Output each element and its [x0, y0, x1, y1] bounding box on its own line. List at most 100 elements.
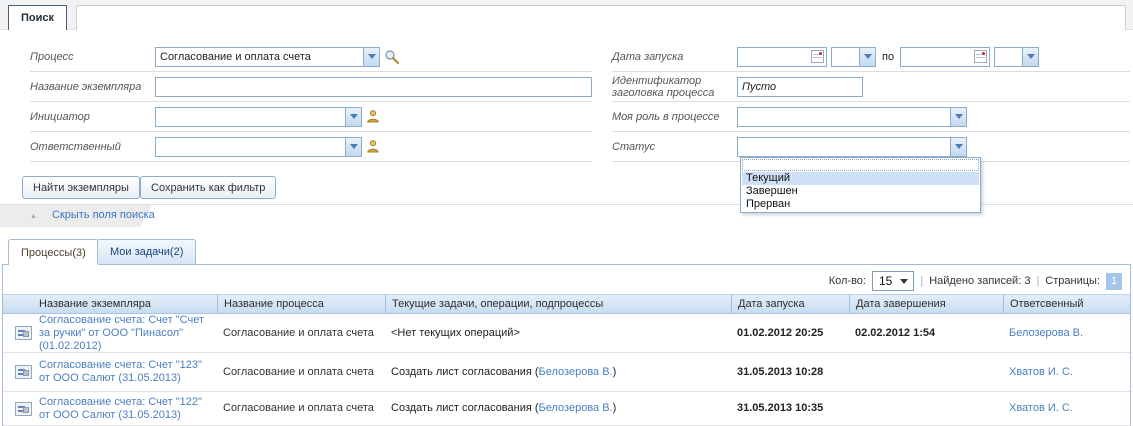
process-instance-icon[interactable] [9, 314, 33, 352]
user-icon [366, 109, 381, 124]
start-date-label: Дата запуска [612, 51, 737, 63]
process-combobox-dropdown-button[interactable] [363, 47, 380, 67]
user-icon [366, 139, 381, 154]
results-panel: Кол-во: 15 | Найдено записей: 3 | Страни… [2, 264, 1131, 426]
header-process-name[interactable]: Название процесса [217, 295, 385, 313]
current-task-cell: Создать лист согласования (Белозерова В.… [385, 392, 725, 425]
chevron-down-icon [350, 114, 358, 123]
find-instances-button[interactable]: Найти экземпляры [22, 176, 140, 199]
header-id-input[interactable] [737, 77, 863, 97]
divider: | [920, 275, 923, 287]
task-executor-link[interactable]: Белозерова В. [539, 402, 613, 415]
header-id-label: Идентификатор заголовка процесса [612, 75, 737, 99]
instance-link[interactable]: Согласование счета: Счет "122" от ООО Са… [39, 396, 215, 422]
tab-processes-label: Процессы(3) [21, 247, 86, 259]
status-option-interrupted[interactable]: Прерван [742, 198, 979, 211]
search-form-left: Процесс Согласование и оплата счета Назв… [30, 42, 592, 162]
records-found-label: Найдено записей: 3 [929, 275, 1030, 287]
start-date-cell: 31.05.2013 10:35 [731, 392, 845, 425]
chevron-down-button[interactable] [1022, 47, 1039, 67]
per-page-label: Кол-во: [829, 275, 866, 287]
current-task-cell: <Нет текущих операций> [385, 314, 725, 352]
start-time-to-combobox[interactable] [994, 47, 1039, 67]
process-name-cell: Согласование и оплата счета [217, 314, 381, 352]
responsible-link[interactable]: Хватов И. С. [1009, 402, 1073, 415]
page-number-button[interactable]: 1 [1106, 273, 1122, 290]
initiator-combobox[interactable] [155, 107, 362, 127]
form-row-header-id: Идентификатор заголовка процесса [612, 72, 1130, 102]
form-row-initiator: Инициатор [30, 102, 592, 132]
process-name-cell: Согласование и оплата счета [217, 392, 381, 425]
process-instance-icon[interactable] [9, 392, 33, 425]
process-instance-icon[interactable] [9, 353, 33, 391]
tab-processes[interactable]: Процессы(3) [8, 239, 99, 265]
process-combobox[interactable]: Согласование и оплата счета [155, 47, 380, 67]
my-role-label: Моя роль в процессе [612, 111, 737, 123]
chevron-down-button[interactable] [859, 47, 876, 67]
date-to-label: по [882, 51, 894, 63]
chevron-down-icon [900, 279, 908, 288]
form-row-responsible: Ответственный [30, 132, 592, 162]
search-form-right: Дата запуска по Идентификатор заголовка … [612, 42, 1130, 162]
task-executor-link[interactable]: Белозерова В. [539, 366, 613, 379]
initiator-combobox-value [155, 107, 345, 127]
status-option-current[interactable]: Текущий [742, 172, 979, 185]
form-row-instance-name: Название экземпляра [30, 72, 592, 102]
form-row-my-role: Моя роль в процессе [612, 102, 1130, 132]
calendar-icon[interactable] [974, 50, 987, 63]
table-row: Согласование счета: Счет "123" от ООО Са… [3, 353, 1130, 392]
responsible-combobox-dropdown-button[interactable] [345, 137, 362, 157]
status-option-completed[interactable]: Завершен [742, 185, 979, 198]
responsible-link[interactable]: Белозерова В. [1009, 327, 1083, 340]
current-task-cell: Создать лист согласования (Белозерова В.… [385, 353, 725, 391]
chevron-down-icon [864, 54, 872, 63]
initiator-combobox-dropdown-button[interactable] [345, 107, 362, 127]
instance-name-input[interactable] [155, 77, 592, 97]
calendar-icon[interactable] [811, 50, 824, 63]
header-current-tasks[interactable]: Текущие задачи, операции, подпроцессы [385, 295, 731, 313]
start-date-from-input[interactable] [737, 47, 827, 67]
save-as-filter-button[interactable]: Сохранить как фильтр [140, 176, 276, 199]
responsible-combobox[interactable] [155, 137, 362, 157]
finish-date-cell [849, 353, 999, 391]
responsible-combobox-value [155, 137, 345, 157]
instance-link[interactable]: Согласование счета: Счет "Счет за ручки"… [39, 314, 215, 353]
initiator-select-user-button[interactable] [366, 109, 381, 124]
per-page-value: 15 [873, 274, 898, 288]
collapse-arrow-icon: ▲ [30, 213, 37, 220]
per-page-select[interactable]: 15 [872, 271, 914, 291]
my-role-combobox-value [737, 107, 950, 127]
my-role-combobox-dropdown-button[interactable] [950, 107, 967, 127]
status-dropdown-list: Текущий Завершен Прерван [740, 157, 981, 213]
responsible-link[interactable]: Хватов И. С. [1009, 366, 1073, 379]
initiator-label: Инициатор [30, 111, 155, 123]
chevron-down-icon [955, 144, 963, 153]
tab-search[interactable]: Поиск [8, 5, 67, 30]
start-time-from-combobox[interactable] [831, 47, 876, 67]
process-name-cell: Согласование и оплата счета [217, 353, 381, 391]
hide-search-fields-link[interactable]: Скрыть поля поиска [52, 209, 155, 221]
header-responsible[interactable]: Ответсвенный [1003, 295, 1130, 313]
header-start-date[interactable]: Дата запуска [731, 295, 849, 313]
tab-search-label: Поиск [21, 12, 54, 24]
header-finish-date[interactable]: Дата завершения [849, 295, 1003, 313]
process-label: Процесс [30, 51, 155, 63]
chevron-down-icon [955, 114, 963, 123]
chevron-down-icon [368, 54, 376, 63]
process-search-page: Поиск Процесс Согласование и оплата счет… [0, 0, 1133, 426]
form-row-start-date: Дата запуска по [612, 42, 1130, 72]
table-header: Название экземпляра Название процесса Те… [3, 294, 1130, 314]
process-search-button[interactable] [384, 49, 400, 65]
instance-link[interactable]: Согласование счета: Счет "123" от ООО Са… [39, 359, 215, 385]
header-instance-name[interactable]: Название экземпляра [33, 295, 217, 313]
status-option-empty[interactable] [742, 159, 979, 171]
responsible-select-user-button[interactable] [366, 139, 381, 154]
chevron-down-icon [350, 144, 358, 153]
start-date-to-input[interactable] [900, 47, 990, 67]
pages-label: Страницы: [1045, 275, 1100, 287]
pagination-controls: Кол-во: 15 | Найдено записей: 3 | Страни… [829, 271, 1122, 291]
my-role-combobox[interactable] [737, 107, 967, 127]
status-combobox-dropdown-button[interactable] [950, 137, 967, 157]
tab-my-tasks[interactable]: Мои задачи(2) [97, 239, 196, 264]
status-combobox[interactable] [737, 137, 967, 157]
